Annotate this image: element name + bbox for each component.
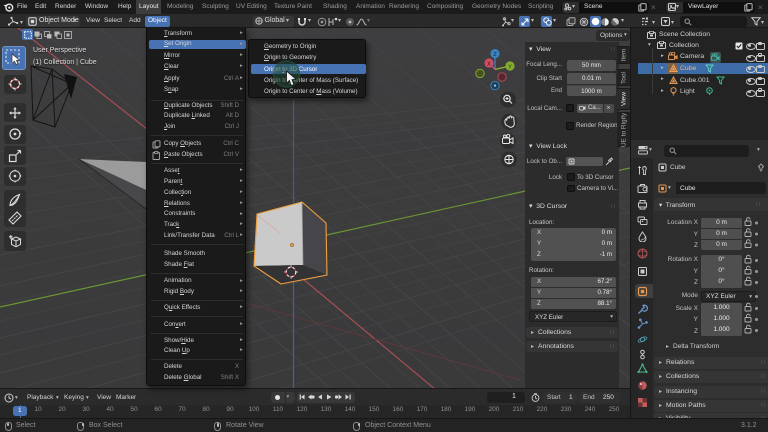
svg-text:Y: Y	[508, 64, 512, 70]
svg-text:X: X	[487, 61, 491, 67]
